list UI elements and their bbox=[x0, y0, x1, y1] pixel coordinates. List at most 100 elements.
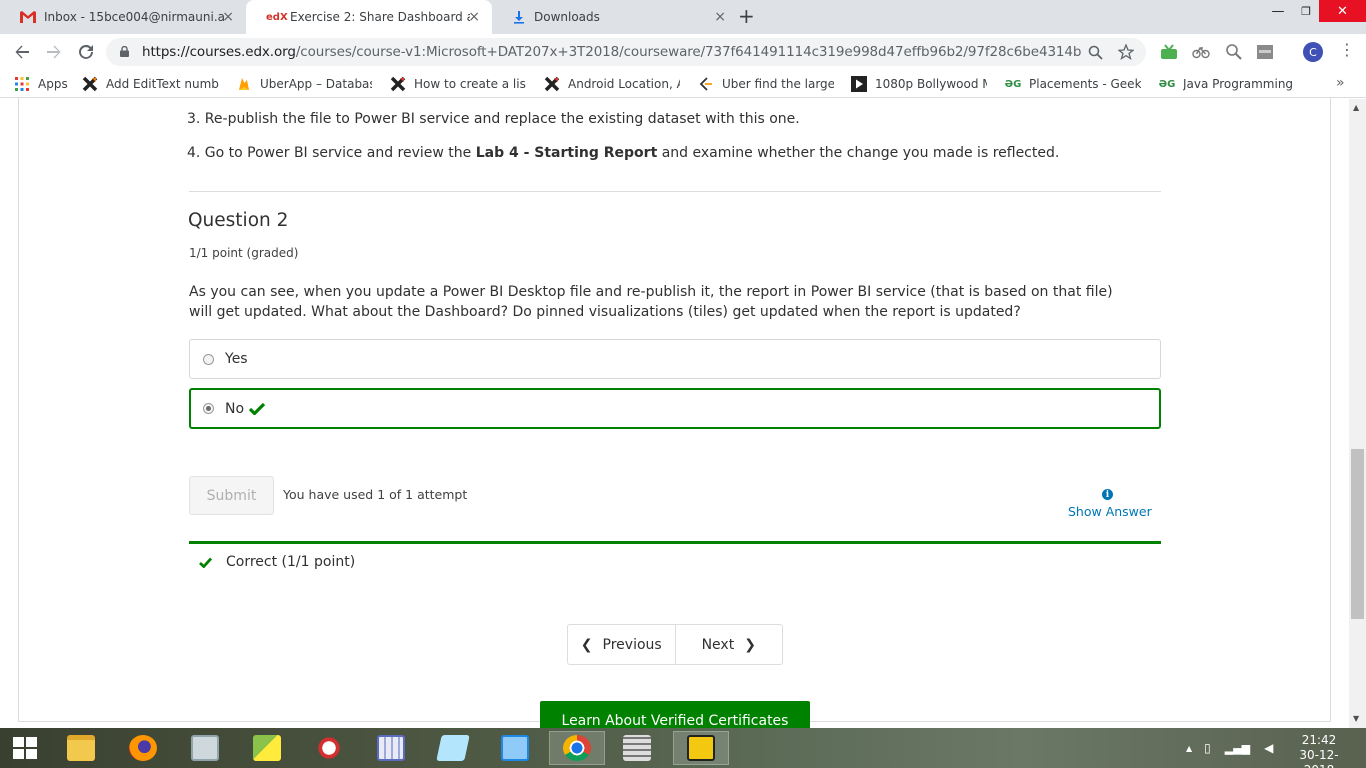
previous-button[interactable]: ❮ Previous bbox=[568, 625, 675, 664]
extension-inbox-icon[interactable] bbox=[1160, 43, 1178, 61]
close-tab-icon[interactable]: × bbox=[714, 10, 726, 24]
tab-downloads[interactable]: Downloads × bbox=[492, 0, 738, 34]
gmail-icon bbox=[20, 11, 36, 23]
network-icon[interactable]: ▂▄▆ bbox=[1225, 742, 1250, 755]
radio-no[interactable] bbox=[203, 403, 214, 414]
tab-edx-exercise[interactable]: edX Exercise 2: Share Dashboard and × bbox=[246, 0, 492, 34]
question-title: Question 2 bbox=[188, 210, 289, 231]
lock-icon bbox=[120, 46, 129, 57]
taskbar-chrome[interactable] bbox=[549, 731, 605, 765]
zoom-icon[interactable] bbox=[1088, 45, 1103, 60]
tray-expand-icon[interactable]: ▲ bbox=[1186, 744, 1192, 753]
back-button[interactable] bbox=[10, 40, 34, 64]
show-answer-button[interactable]: Show Answer bbox=[1068, 504, 1152, 519]
forward-button[interactable] bbox=[42, 40, 66, 64]
minimize-button[interactable]: — bbox=[1262, 0, 1294, 22]
close-tab-icon[interactable]: × bbox=[222, 10, 234, 24]
code-icon bbox=[699, 77, 712, 91]
taskbar-power-bi[interactable] bbox=[673, 731, 729, 765]
bookmark-x-icon bbox=[82, 76, 98, 92]
bookmark-uberapp[interactable]: UberApp – Database bbox=[236, 76, 372, 92]
clock-date: 30-12-2018 bbox=[1299, 748, 1339, 768]
taskbar-performance-monitor[interactable] bbox=[179, 731, 231, 765]
new-tab-button[interactable]: + bbox=[738, 6, 755, 26]
folder-icon bbox=[67, 735, 95, 761]
close-window-button[interactable]: ✕ bbox=[1319, 0, 1366, 22]
bookmarks-overflow-button[interactable]: » bbox=[1336, 75, 1345, 91]
system-tray: ▲ ▯ ▂▄▆ ◀ bbox=[1186, 728, 1273, 768]
edx-icon: edX bbox=[266, 11, 288, 23]
system-clock[interactable]: 21:42 30-12-2018 bbox=[1288, 733, 1350, 768]
bookmark-label: Apps bbox=[38, 77, 68, 91]
extension-bike-icon[interactable] bbox=[1192, 43, 1210, 61]
bookmark-star-icon[interactable] bbox=[1118, 44, 1134, 60]
scroll-thumb[interactable] bbox=[1351, 449, 1364, 619]
bookmark-label: Android Location, Ad bbox=[568, 77, 680, 91]
scissors-icon bbox=[315, 735, 343, 761]
gfg-icon: ƏG bbox=[1004, 78, 1022, 90]
bookmark-label: 1080p Bollywood Mo bbox=[875, 77, 987, 91]
next-label: Next bbox=[701, 636, 735, 653]
volume-icon[interactable]: ◀ bbox=[1264, 741, 1273, 755]
forward-arrow-icon bbox=[47, 45, 61, 59]
windows-logo-icon bbox=[13, 737, 37, 759]
sticky-notes-icon bbox=[253, 735, 281, 761]
bookmark-how-to-create-list[interactable]: How to create a list a bbox=[390, 76, 526, 92]
maximize-button[interactable]: ❐ bbox=[1292, 0, 1320, 22]
profile-avatar[interactable]: C bbox=[1303, 42, 1323, 62]
bookmarks-bar: Apps Add EditText number UberApp – Datab… bbox=[0, 70, 1366, 98]
radio-yes[interactable] bbox=[203, 354, 214, 365]
submit-button[interactable]: Submit bbox=[189, 476, 274, 515]
bookmark-java-programming[interactable]: ƏG Java Programming La bbox=[1159, 76, 1295, 92]
taskbar-calculator[interactable] bbox=[365, 731, 417, 765]
option-no[interactable]: No bbox=[189, 388, 1161, 429]
result-status: Correct (1/1 point) bbox=[226, 554, 356, 570]
extension-grey-icon[interactable] bbox=[1256, 43, 1274, 61]
option-label: No bbox=[225, 401, 245, 417]
address-bar[interactable]: https://courses.edx.org/courses/course-v… bbox=[106, 38, 1146, 66]
verified-certificates-button[interactable]: Learn About Verified Certificates bbox=[540, 701, 810, 731]
tab-strip: Inbox - 15bce004@nirmauni.ac.in × edX Ex… bbox=[0, 0, 1366, 34]
browser-menu-icon[interactable]: ⋮ bbox=[1339, 42, 1355, 58]
chevron-right-icon: ❯ bbox=[744, 636, 756, 653]
reload-button[interactable] bbox=[74, 40, 98, 64]
option-yes[interactable]: Yes bbox=[189, 339, 1161, 379]
extension-search-icon[interactable] bbox=[1225, 43, 1243, 61]
page-viewport: 3. Re-publish the file to Power BI servi… bbox=[0, 97, 1366, 731]
taskbar-snipping-tool[interactable] bbox=[303, 731, 355, 765]
start-button[interactable] bbox=[0, 731, 50, 765]
bookmark-add-edittext[interactable]: Add EditText number bbox=[82, 76, 219, 92]
taskbar-notepad[interactable] bbox=[427, 731, 479, 765]
vertical-scrollbar[interactable]: ▲ ▼ bbox=[1349, 99, 1366, 728]
previous-label: Previous bbox=[602, 636, 662, 653]
result-divider bbox=[189, 541, 1161, 544]
chrome-icon bbox=[563, 735, 591, 761]
taskbar-firefox[interactable] bbox=[117, 731, 169, 765]
taskbar-control-panel[interactable] bbox=[489, 731, 541, 765]
next-button[interactable]: Next ❯ bbox=[674, 625, 783, 664]
taskbar-file-explorer[interactable] bbox=[55, 731, 107, 765]
bookmark-apps[interactable]: Apps bbox=[14, 76, 68, 92]
firefox-icon bbox=[129, 735, 157, 761]
battery-icon[interactable]: ▯ bbox=[1204, 741, 1211, 755]
bookmark-label: Uber find the largest bbox=[722, 77, 834, 91]
bookmark-label: Placements - Geeksfo bbox=[1029, 77, 1141, 91]
instruction-step-3: 3. Re-publish the file to Power BI servi… bbox=[187, 111, 800, 127]
bookmark-placements-gfg[interactable]: ƏG Placements - Geeksfo bbox=[1005, 76, 1141, 92]
tab-title: Inbox - 15bce004@nirmauni.ac.in bbox=[44, 10, 224, 24]
bookmark-bollywood[interactable]: 1080p Bollywood Mo bbox=[851, 76, 987, 92]
scroll-down-icon[interactable]: ▼ bbox=[1353, 714, 1359, 723]
checkmark-icon bbox=[249, 402, 265, 415]
tab-title: Downloads bbox=[534, 10, 600, 24]
taskbar-sticky-notes[interactable] bbox=[241, 731, 293, 765]
tab-gmail[interactable]: Inbox - 15bce004@nirmauni.ac.in × bbox=[0, 0, 246, 34]
calculator-icon bbox=[377, 735, 405, 761]
windows-taskbar: ▲ ▯ ▂▄▆ ◀ 21:42 30-12-2018 bbox=[0, 728, 1366, 768]
close-tab-icon[interactable]: × bbox=[468, 10, 480, 24]
taskbar-app-grid[interactable] bbox=[611, 731, 663, 765]
checkmark-icon bbox=[199, 557, 212, 568]
bookmark-uber-find-largest[interactable]: Uber find the largest bbox=[698, 76, 834, 92]
scroll-up-icon[interactable]: ▲ bbox=[1353, 103, 1359, 112]
bookmark-android-location[interactable]: Android Location, Ad bbox=[544, 76, 680, 92]
bookmark-x-icon bbox=[390, 76, 406, 92]
